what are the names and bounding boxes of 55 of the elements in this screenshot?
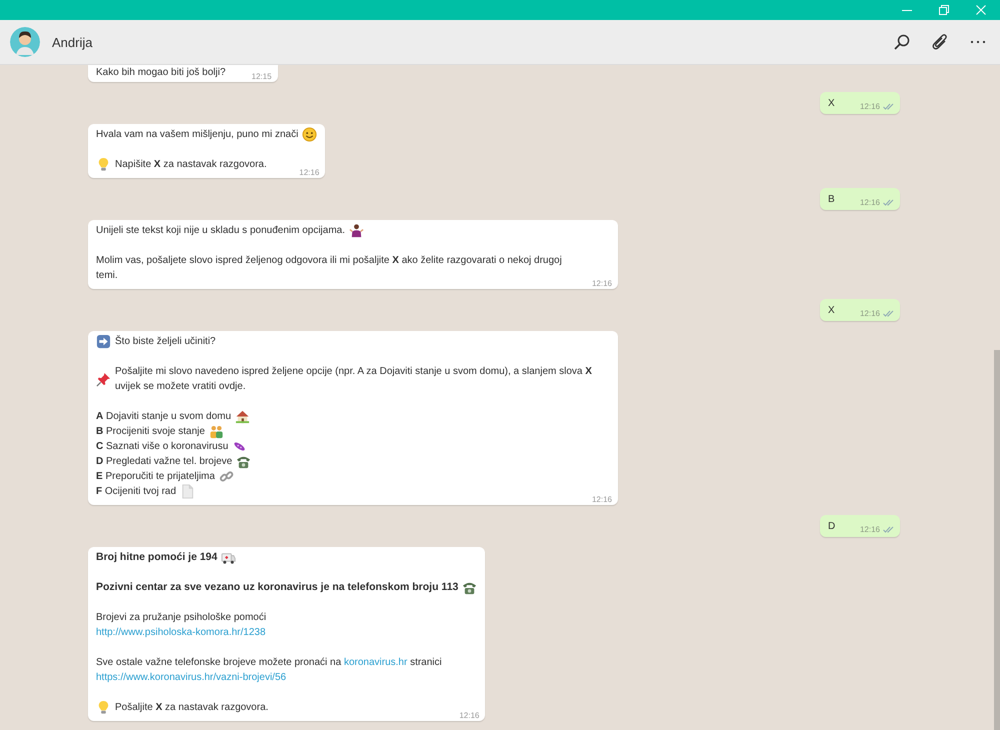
message-text: F Ocijeniti tvoj rad (96, 485, 176, 499)
message-text: Pošaljite mi slovo navedeno ispred željene opcije (npr. A za Dojaviti stanje u svom domu), a slanjem slova X uvijek se možete vratiti ovdje. (115, 365, 593, 394)
message-heading: Pozivni centar za sve vezano uz koronavirus je na telefonskom broju 113 (96, 580, 458, 595)
message-text: Hvala vam na vašem mišljenju, puno mi znači (96, 128, 298, 142)
message-text: B Procijeniti svoje stanje (96, 425, 205, 439)
message-time: 12:16 (299, 168, 320, 177)
scrollbar[interactable] (994, 350, 1000, 730)
people-icon (208, 424, 224, 439)
double-check-icon (883, 310, 894, 317)
contact-name: Andrija (52, 34, 94, 50)
message-time: 12:16 (860, 525, 880, 534)
message-text: C Saznati više o koronavirusu (96, 440, 228, 454)
lightbulb-icon (96, 157, 111, 172)
message-text: Napišite X za nastavak razgovora. (115, 158, 267, 172)
message-time: 12:16 (860, 309, 880, 318)
search-icon[interactable] (894, 34, 910, 50)
chain-link-icon (218, 469, 234, 484)
house-icon (235, 409, 250, 424)
message-time: 12:16 (592, 495, 612, 504)
double-check-icon (883, 526, 894, 533)
avatar[interactable] (10, 27, 40, 57)
message-text: X (828, 97, 835, 111)
message-time: 12:15 (252, 72, 272, 81)
person-icon (349, 223, 364, 238)
message-text: Kako bih mogao biti još bolji? (96, 66, 226, 80)
pushpin-icon (96, 372, 111, 386)
message-heading: Broj hitne pomoći je 194 (96, 550, 218, 565)
message-time: 12:16 (459, 711, 480, 720)
message-text: Brojevi za pružanje psihološke pomoći (96, 611, 266, 625)
double-check-icon (883, 199, 894, 206)
more-options-icon[interactable] (970, 40, 986, 44)
message-text: Sve ostale važne telefonske brojeve možete pronaći na koronavirus.hr stranici (96, 656, 442, 670)
link[interactable]: https://www.koronavirus.hr/vazni-brojevi/56 (96, 670, 286, 685)
document-icon (180, 484, 196, 499)
double-check-icon (883, 103, 894, 110)
message-text: Što biste željeli učiniti? (115, 334, 216, 349)
message-text: B (828, 193, 835, 207)
paperclip-icon[interactable] (932, 33, 948, 51)
message-text: A Dojaviti stanje u svom domu (96, 410, 232, 424)
message-text: X (828, 304, 835, 318)
link[interactable]: koronavirus.hr (344, 657, 408, 668)
message-text: Unijeli ste tekst koji nije u skladu s ponuđenim opcijama. (96, 224, 346, 238)
message-text: Molim vas, pošaljete slovo ispred željenog odgovora ili mi pošaljite X ako želite razgovarati o nekoj drugoj temi. (96, 254, 563, 283)
telephone-icon (236, 454, 252, 469)
link[interactable]: http://www.psiholoska-komora.hr/1238 (96, 625, 266, 640)
telephone-icon (462, 580, 478, 595)
message-time: 12:16 (860, 102, 880, 111)
smiley-icon (302, 127, 318, 142)
message-text: Pošaljite X za nastavak razgovora. (115, 701, 268, 715)
message-text: D Pregledati važne tel. brojeve (96, 455, 232, 469)
message-time: 12:16 (860, 198, 880, 207)
message-time: 12:16 (592, 279, 612, 288)
message-text: E Preporučiti te prijateljima (96, 470, 215, 484)
message-text: D (828, 520, 836, 534)
lightbulb-icon (96, 700, 111, 715)
